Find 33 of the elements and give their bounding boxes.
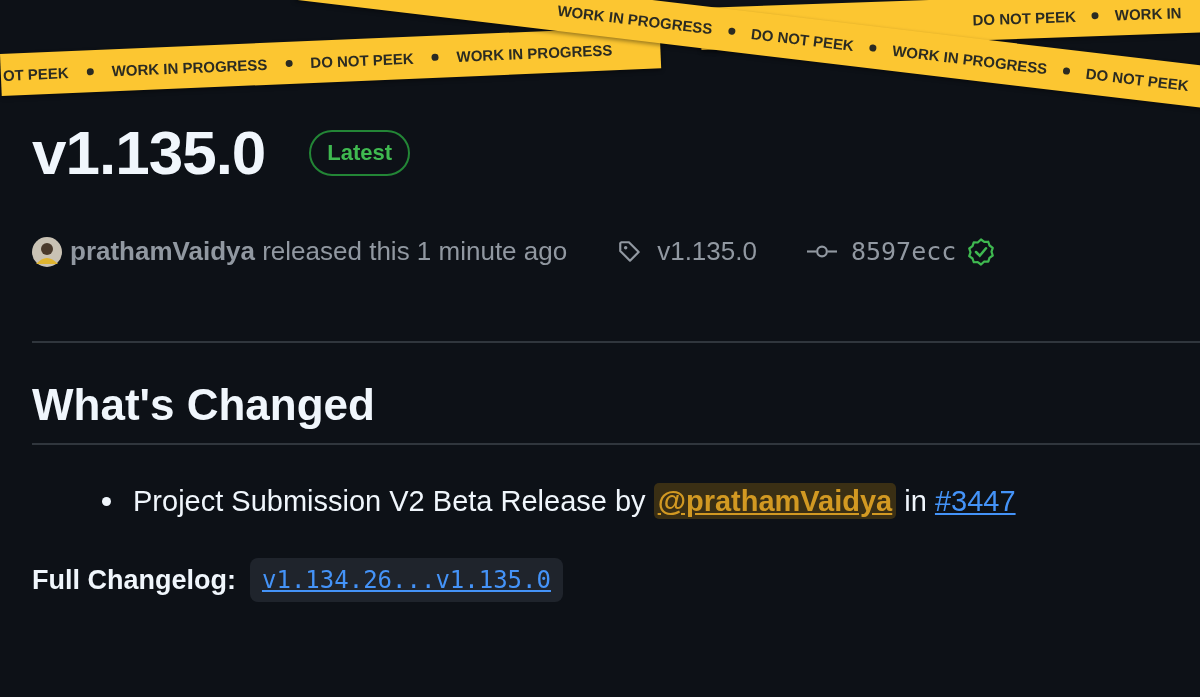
separator-dot xyxy=(285,59,293,67)
separator-dot xyxy=(727,26,736,35)
tape-text: WORK IN PROGRESS xyxy=(111,55,268,79)
tag-link[interactable]: v1.135.0 xyxy=(657,236,757,267)
avatar[interactable] xyxy=(32,236,62,267)
change-entry: Project Submission V2 Beta Release by @prathamVaidya in #3447 xyxy=(133,485,1016,519)
tape-text: DO NOT PEEK xyxy=(309,49,414,71)
tape-text: DO NOT PEEK xyxy=(972,7,1077,28)
release-title: v1.135.0 xyxy=(32,122,266,184)
tape-text: WORK IN PROGRESS xyxy=(891,41,1049,77)
separator-dot xyxy=(1062,66,1071,75)
tape-text: OT PEEK xyxy=(2,63,70,84)
tape-text: DO NOT PEEK xyxy=(1085,64,1190,94)
commit-link[interactable]: 8597ecc xyxy=(850,237,957,266)
pull-request-link[interactable]: #3447 xyxy=(934,485,1016,518)
changelog-label: Full Changelog: xyxy=(32,564,236,596)
tape-text: WORK IN xyxy=(1114,3,1182,23)
commit-icon xyxy=(806,244,837,259)
verified-icon[interactable] xyxy=(966,236,997,267)
user-mention[interactable]: @prathamVaidya xyxy=(653,483,897,520)
release-byline: prathamVaidya released this 1 minute ago xyxy=(70,236,568,267)
separator-dot xyxy=(86,67,94,75)
list-bullet xyxy=(102,497,111,507)
compare-link[interactable]: v1.134.26...v1.135.0 xyxy=(250,558,563,603)
author-link[interactable]: prathamVaidya xyxy=(70,236,255,266)
tape-text: WORK IN PROGRESS xyxy=(556,1,714,37)
tape-text: WORK IN PROGRESS xyxy=(456,40,613,65)
tape-text: DO NOT PEEK xyxy=(750,24,855,54)
separator-dot xyxy=(431,53,439,61)
latest-badge: Latest xyxy=(309,130,411,176)
separator-dot xyxy=(1091,11,1099,19)
separator-dot xyxy=(869,43,878,52)
section-heading: What's Changed xyxy=(32,381,376,430)
